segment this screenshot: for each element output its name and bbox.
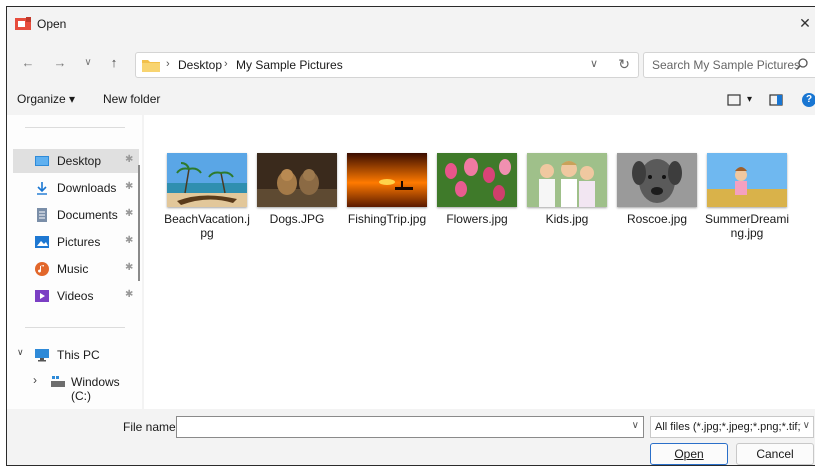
search-box[interactable]: Search My Sample Pictures (643, 52, 815, 78)
file-item[interactable]: FishingTrip.jpg (342, 153, 432, 226)
pictures-icon (35, 236, 49, 248)
forward-button[interactable]: → (51, 54, 69, 72)
drive-icon (51, 376, 65, 387)
file-item[interactable]: Flowers.jpg (432, 153, 522, 226)
back-button[interactable]: ← (19, 54, 37, 72)
pin-icon[interactable]: ✱ (125, 181, 133, 192)
chevron-down-icon[interactable]: ∨ (803, 420, 810, 431)
file-item[interactable]: BeachVacation.jpg (162, 153, 252, 240)
pin-icon[interactable]: ✱ (125, 289, 133, 300)
window-title: Open (37, 17, 67, 31)
address-bar[interactable]: › Desktop › My Sample Pictures ∨ ↻ (135, 52, 639, 78)
view-dropdown-icon[interactable]: ▾ (747, 94, 752, 105)
file-name: FishingTrip.jpg (347, 212, 427, 226)
sidebar-divider (25, 127, 125, 128)
sidebar-item-label: Documents (57, 208, 118, 222)
new-folder-button[interactable]: New folder (103, 92, 160, 106)
kids-thumbnail (527, 153, 607, 207)
pin-icon[interactable]: ✱ (125, 208, 133, 219)
title-bar: Open ✕ (7, 7, 815, 41)
pin-icon[interactable]: ✱ (125, 262, 133, 273)
open-button-label: Open (674, 447, 704, 461)
folder-icon (142, 60, 160, 72)
flowers-thumbnail (437, 153, 517, 207)
pin-icon[interactable]: ✱ (125, 235, 133, 246)
sidebar-item-label: This PC (57, 348, 100, 362)
sidebar-item-desktop[interactable]: Desktop ✱ (13, 149, 139, 173)
file-list: BeachVacation.jpg Dogs.JPG FishingTrip.j… (144, 115, 815, 409)
sidebar-item-label: Desktop (57, 154, 102, 168)
sidebar-item-documents[interactable]: Documents ✱ (13, 203, 139, 227)
roscoe-thumbnail (617, 153, 697, 207)
expand-chevron-icon[interactable]: › (33, 373, 37, 387)
download-icon (37, 182, 47, 195)
organize-menu[interactable]: Organize ▾ (17, 92, 75, 106)
summer-thumbnail (707, 153, 787, 207)
file-name: BeachVacation.jpg (164, 212, 250, 240)
close-button[interactable]: ✕ (795, 13, 815, 33)
navigation-bar: ← → ∨ ↑ › Desktop › My Sample Pictures ∨… (7, 47, 815, 81)
sidebar-item-music[interactable]: Music ✱ (13, 257, 139, 281)
videos-icon (35, 290, 49, 302)
dialog-footer: File name: ∨ All files (*.jpg;*.jpeg;*.p… (7, 409, 815, 465)
view-options-icon[interactable] (727, 93, 741, 107)
open-button[interactable]: Open (650, 443, 728, 465)
file-name: SummerDreaming.jpg (704, 212, 789, 240)
sidebar-item-videos[interactable]: Videos ✱ (13, 284, 139, 308)
navigation-pane: Desktop ✱ Downloads ✱ Documents ✱ Pictur… (7, 115, 142, 409)
up-button[interactable]: ↑ (105, 54, 123, 72)
computer-icon (35, 349, 49, 362)
preview-pane-icon[interactable] (769, 93, 783, 107)
sidebar-item-windows-c[interactable]: › Windows (C:) (13, 370, 139, 403)
file-name: Kids.jpg (545, 212, 589, 226)
sidebar-item-label: Music (57, 262, 89, 276)
file-name: Roscoe.jpg (626, 212, 688, 226)
sunset-thumbnail (347, 153, 427, 207)
open-file-dialog: Open ✕ ← → ∨ ↑ › Desktop › My Sample Pic… (6, 6, 815, 466)
refresh-icon[interactable]: ↻ (618, 56, 630, 73)
dogs-thumbnail (257, 153, 337, 207)
help-icon[interactable]: ? (802, 93, 815, 107)
breadcrumb-my-sample-pictures[interactable]: My Sample Pictures (236, 58, 343, 72)
music-icon (35, 262, 49, 276)
cancel-button[interactable]: Cancel (736, 443, 814, 465)
documents-icon (37, 208, 47, 222)
file-item[interactable]: Kids.jpg (522, 153, 612, 226)
file-item[interactable]: SummerDreaming.jpg (702, 153, 792, 240)
file-type-filter[interactable]: All files (*.jpg;*.jpeg;*.png;*.tif;* ∨ (650, 416, 814, 438)
search-icon[interactable] (795, 57, 809, 71)
sidebar-item-pictures[interactable]: Pictures ✱ (13, 230, 139, 254)
sidebar-item-label: Windows (C:) (71, 375, 120, 403)
sidebar-item-label: Videos (57, 289, 94, 303)
app-icon (15, 17, 31, 30)
expand-chevron-icon[interactable]: ∨ (17, 347, 24, 358)
sidebar-scrollbar[interactable] (138, 165, 140, 281)
file-name-field[interactable]: ∨ (176, 416, 644, 438)
chevron-down-icon[interactable]: ∨ (632, 420, 639, 431)
breadcrumb-separator: › (224, 58, 228, 70)
file-item[interactable]: Dogs.JPG (252, 153, 342, 226)
file-name: Flowers.jpg (446, 212, 508, 226)
file-item[interactable]: Roscoe.jpg (612, 153, 702, 226)
toolbar: Organize ▾ New folder ▾ ? (7, 87, 815, 113)
recent-locations-button[interactable]: ∨ (79, 54, 97, 72)
file-name-label: File name: (123, 420, 180, 434)
search-input[interactable]: Search My Sample Pictures (652, 58, 800, 72)
pin-icon[interactable]: ✱ (125, 154, 133, 165)
sidebar-item-label: Downloads (57, 181, 117, 195)
breadcrumb-desktop[interactable]: Desktop (178, 58, 222, 72)
sidebar-item-label: Pictures (57, 235, 101, 249)
file-name: Dogs.JPG (269, 212, 325, 226)
breadcrumb-separator: › (166, 58, 170, 70)
sidebar-item-this-pc[interactable]: ∨ This PC (13, 343, 139, 367)
beach-thumbnail (167, 153, 247, 207)
file-type-filter-value: All files (*.jpg;*.jpeg;*.png;*.tif;* (655, 421, 801, 433)
address-dropdown-icon[interactable]: ∨ (590, 57, 598, 70)
desktop-icon (35, 156, 49, 166)
cancel-button-label: Cancel (756, 447, 794, 461)
sidebar-divider (25, 327, 125, 328)
sidebar-item-downloads[interactable]: Downloads ✱ (13, 176, 139, 200)
